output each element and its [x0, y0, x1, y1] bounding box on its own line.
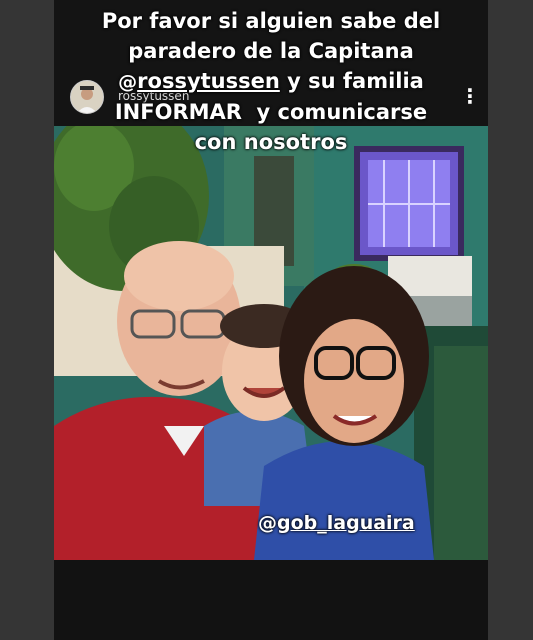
story-caption-text: Por favor si alguien sabe del paradero d…: [54, 6, 488, 157]
family-photo-illustration: [54, 126, 488, 560]
caption-line-4: INFORMAR y comunicarse: [114, 100, 428, 124]
caption-line-2: paradero de la Capitana: [128, 39, 414, 63]
mention-username: rossytussen: [137, 69, 280, 93]
caption-line-3: @rossytussen y su familia: [54, 66, 488, 97]
caption-line-3-rest: y su familia: [279, 69, 424, 93]
story-photo: [54, 126, 488, 560]
mention-handle: gob_laguaira: [277, 512, 415, 534]
at-mention-icon: @: [118, 71, 138, 93]
left-backdrop: [0, 0, 54, 640]
story-bottom-bar: [54, 560, 488, 640]
location-mention-sticker[interactable]: @gob_laguaira: [258, 512, 415, 534]
mention-link[interactable]: @rossytussen: [118, 69, 280, 93]
at-mention-icon: @: [258, 512, 277, 534]
story-viewer[interactable]: rossytussen ⋮ Por favor si alguien sabe …: [54, 0, 488, 640]
caption-line-1: Por favor si alguien sabe del: [101, 9, 441, 33]
right-backdrop: [488, 0, 533, 640]
caption-line-5: con nosotros: [194, 130, 348, 154]
